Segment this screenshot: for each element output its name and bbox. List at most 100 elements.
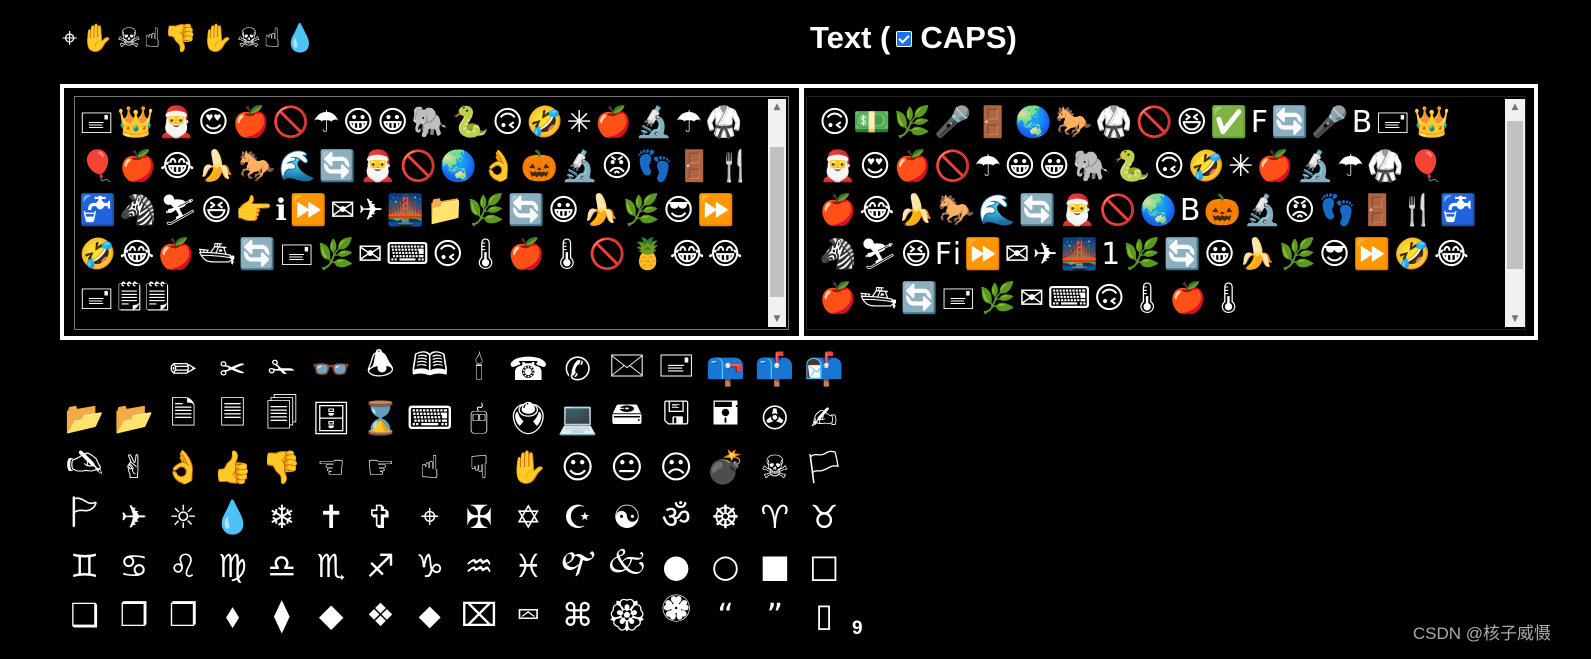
glyph-cell[interactable]: ☯	[602, 492, 651, 541]
glyph-cell[interactable]: ♋	[109, 541, 158, 590]
glyph-cell[interactable]: 💻	[553, 393, 602, 442]
glyph-cell[interactable]: ⮹	[504, 590, 553, 639]
left-scrollbar[interactable]: ▲ ▼	[768, 99, 786, 327]
glyph-cell[interactable]: ♍	[208, 541, 257, 590]
glyph-cell[interactable]: ♊	[60, 541, 109, 590]
glyph-cell[interactable]: 💣	[701, 443, 750, 492]
glyph-cell[interactable]: 🖲	[504, 393, 553, 442]
glyph-cell[interactable]: ♉	[799, 492, 848, 541]
glyph-cell[interactable]: ❐	[159, 590, 208, 639]
glyph-cell[interactable]: 🖬	[701, 393, 750, 442]
glyph-cell[interactable]: ♎	[257, 541, 306, 590]
glyph-cell[interactable]: 📂	[60, 393, 109, 442]
glyph-cell[interactable]: ✂	[208, 344, 257, 393]
glyph-cell[interactable]: ☎	[504, 344, 553, 393]
scroll-down-arrow-icon[interactable]: ▼	[1505, 311, 1525, 327]
glyph-cell[interactable]: ♒	[454, 541, 503, 590]
glyph-cell[interactable]: 📂	[109, 393, 158, 442]
glyph-cell[interactable]: ▯	[799, 590, 848, 639]
glyph-cell[interactable]: ⌨	[405, 393, 454, 442]
caps-checkbox[interactable]	[896, 31, 913, 47]
glyph-cell[interactable]: ⬧	[208, 590, 257, 639]
scroll-thumb[interactable]	[1507, 121, 1523, 269]
glyph-cell[interactable]: ✈	[109, 492, 158, 541]
glyph-cell[interactable]: 🖰	[454, 393, 503, 442]
glyph-cell[interactable]: 📪	[701, 344, 750, 393]
glyph-cell[interactable]: ☪	[553, 492, 602, 541]
glyph-cell[interactable]: 🏵	[602, 590, 651, 639]
glyph-cell[interactable]: ✞	[356, 492, 405, 541]
glyph-cell[interactable]: 🖫	[652, 393, 701, 442]
glyph-cell[interactable]: 📬	[799, 344, 848, 393]
glyph-cell[interactable]: “	[701, 590, 750, 639]
glyph-cell[interactable]: ⌘	[553, 590, 602, 639]
glyph-cell[interactable]: ◆	[306, 590, 355, 639]
glyph-cell[interactable]: ✠	[454, 492, 503, 541]
glyph-cell[interactable]: 👎	[257, 443, 306, 492]
glyph-cell[interactable]: 💧	[208, 492, 257, 541]
glyph-cell[interactable]: 🖂	[602, 344, 651, 393]
glyph-cell[interactable]: ✍	[799, 393, 848, 442]
glyph-cell[interactable]	[109, 344, 158, 393]
glyph-cell[interactable]: 🕯	[454, 344, 503, 393]
glyph-cell[interactable]: ✋	[504, 443, 553, 492]
glyph-cell[interactable]: ♑	[405, 541, 454, 590]
glyph-cell[interactable]: 🖃	[652, 344, 701, 393]
glyph-cell[interactable]: ☸	[701, 492, 750, 541]
glyph-cell[interactable]: ♌	[159, 541, 208, 590]
right-scrollbar[interactable]: ▲ ▼	[1505, 99, 1525, 327]
glyph-cell[interactable]: 👓	[306, 344, 355, 393]
glyph-cell[interactable]: 👍	[208, 443, 257, 492]
glyph-cell[interactable]: □	[799, 541, 848, 590]
glyph-cell[interactable]: 🏳	[799, 443, 848, 492]
glyph-cell[interactable]: ☼	[159, 492, 208, 541]
glyph-cell[interactable]: 🗎	[159, 393, 208, 442]
glyph-cell[interactable]: ✇	[750, 393, 799, 442]
glyph-cell[interactable]: ☞	[356, 443, 405, 492]
glyph-cell[interactable]: 🗄	[306, 393, 355, 442]
glyph-cell[interactable]: 🙵	[602, 541, 651, 590]
glyph-cell[interactable]: ❖	[356, 590, 405, 639]
glyph-cell[interactable]: ❑	[60, 590, 109, 639]
glyph-cell[interactable]: 🏶	[652, 590, 701, 639]
glyph-cell[interactable]: ⬥	[405, 590, 454, 639]
glyph-cell[interactable]: ♐	[356, 541, 405, 590]
glyph-cell[interactable]: 🏱	[60, 492, 109, 541]
glyph-cell[interactable]: 🖴	[602, 393, 651, 442]
glyph-cell[interactable]: ♓	[504, 541, 553, 590]
glyph-cell[interactable]: ⌧	[454, 590, 503, 639]
right-text-content[interactable]: 🙃💵🌿🎤🚪🌏🐎🥋🚫😆✅F🔄🎤B🖃👑🎅😍🍎🚫☂😀😀🐘🐍🙃🤣✳🍎🔬☂🥋🎈🍎😂🍌🐎🌊🔄…	[819, 101, 1487, 325]
glyph-cell[interactable]: ☜	[306, 443, 355, 492]
glyph-cell[interactable]: ●	[652, 541, 701, 590]
glyph-cell[interactable]: ♈	[750, 492, 799, 541]
scroll-thumb[interactable]	[770, 147, 784, 297]
scroll-up-arrow-icon[interactable]: ▲	[768, 99, 786, 115]
glyph-cell[interactable]: ☠	[750, 443, 799, 492]
glyph-cell[interactable]: ☺	[553, 443, 602, 492]
glyph-cell[interactable]: ■	[750, 541, 799, 590]
glyph-cell[interactable]: ॐ	[652, 492, 701, 541]
left-text-content[interactable]: 🖃👑🎅😍🍎🚫☂😀😀🐘🐍🙃🤣✳🍎🔬☂🥋🎈🍎😂🍌🐎🌊🔄🎅🚫🌏👌🎃🔬😡👣🚪🍴🚰🦓⛷😆👉…	[79, 101, 762, 325]
glyph-cell[interactable]: 🕭	[356, 344, 405, 393]
glyph-cell[interactable]: 👌	[159, 443, 208, 492]
glyph-cell[interactable]	[60, 344, 109, 393]
glyph-cell[interactable]: 🗏	[208, 393, 257, 442]
glyph-cell[interactable]: ❄	[257, 492, 306, 541]
glyph-cell[interactable]: ♏	[306, 541, 355, 590]
glyph-cell[interactable]: ☟	[454, 443, 503, 492]
glyph-cell[interactable]: ✝	[306, 492, 355, 541]
glyph-cell[interactable]: ”	[750, 590, 799, 639]
glyph-cell[interactable]: ✆	[553, 344, 602, 393]
left-text-box[interactable]: 🖃👑🎅😍🍎🚫☂😀😀🐘🐍🙃🤣✳🍎🔬☂🥋🎈🍎😂🍌🐎🌊🔄🎅🚫🌏👌🎃🔬😡👣🚪🍴🚰🦓⛷😆👉…	[74, 96, 789, 330]
scroll-up-arrow-icon[interactable]: ▲	[1505, 99, 1525, 115]
glyph-cell[interactable]: ☹	[652, 443, 701, 492]
glyph-cell[interactable]: 🕮	[405, 344, 454, 393]
glyph-cell[interactable]: 😐	[602, 443, 651, 492]
glyph-cell[interactable]: ⧫	[257, 590, 306, 639]
glyph-cell[interactable]: 🙰	[553, 541, 602, 590]
glyph-cell[interactable]: ✡	[504, 492, 553, 541]
glyph-cell[interactable]: ✌	[109, 443, 158, 492]
glyph-cell[interactable]: ☝	[405, 443, 454, 492]
glyph-cell[interactable]: ⌛	[356, 393, 405, 442]
glyph-cell[interactable]: ⌖	[405, 492, 454, 541]
